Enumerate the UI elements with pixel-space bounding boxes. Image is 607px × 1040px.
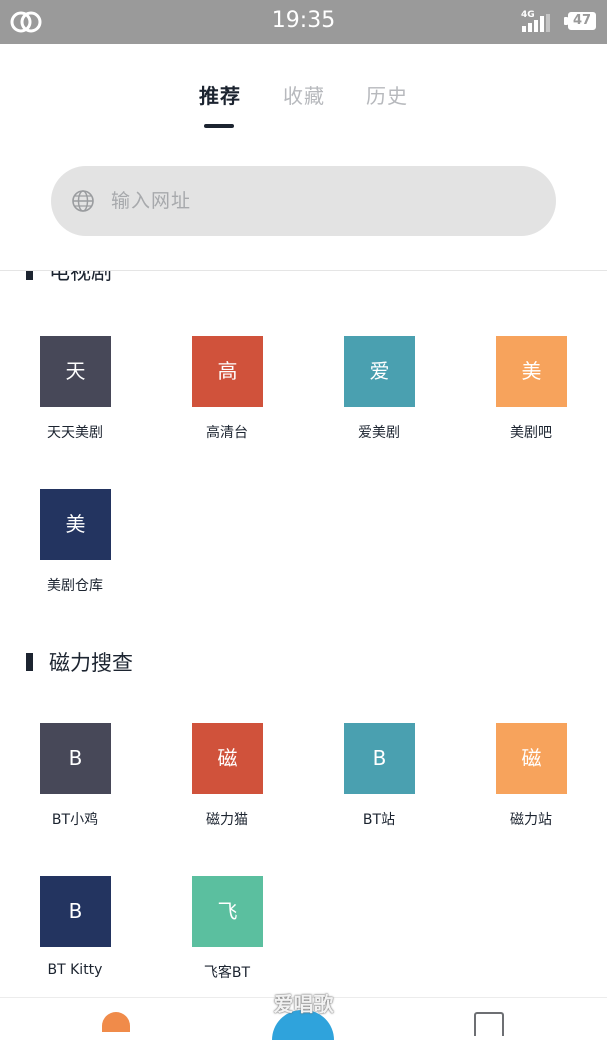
- top-tabs: 推荐 收藏 历史: [0, 80, 607, 130]
- globe-icon: [72, 190, 94, 212]
- battery-level: 47: [572, 13, 592, 28]
- site-tile-icon: 天: [40, 336, 111, 407]
- site-tile-icon: 美: [40, 489, 111, 560]
- section-title: 磁力搜查: [49, 651, 133, 675]
- url-input[interactable]: 输入网址: [111, 166, 191, 236]
- site-tile[interactable]: B BT小鸡: [25, 723, 125, 843]
- site-list[interactable]: 电视剧 天 天天美剧 高 高清台 爱 爱美剧 美 美剧吧 美 美剧仓库 磁力搜查…: [0, 271, 607, 997]
- section-marker: [26, 271, 33, 280]
- status-bar: 19:35 4G 47: [0, 0, 607, 44]
- site-tile[interactable]: 飞 飞客BT: [177, 876, 277, 996]
- site-tile-label: 磁力站: [510, 812, 552, 828]
- site-tile-label: 天天美剧: [47, 425, 103, 441]
- site-tile-icon: 磁: [192, 723, 263, 794]
- site-tile-label: 美剧吧: [510, 425, 552, 441]
- site-tile-icon: B: [40, 723, 111, 794]
- site-tile-label: 美剧仓库: [47, 578, 103, 594]
- site-tile[interactable]: 爱 爱美剧: [329, 336, 429, 456]
- section-title: 电视剧: [49, 271, 112, 284]
- site-tile[interactable]: B BT Kitty: [25, 876, 125, 996]
- site-tile[interactable]: 高 高清台: [177, 336, 277, 456]
- site-tile[interactable]: 美 美剧吧: [481, 336, 581, 456]
- site-tile-icon: B: [40, 876, 111, 947]
- tab-active-indicator: [204, 124, 234, 128]
- site-tile[interactable]: 磁 磁力站: [481, 723, 581, 843]
- status-time: 19:35: [271, 8, 336, 33]
- site-tile-label: BT站: [362, 812, 396, 828]
- site-tile-label: BT Kitty: [47, 962, 103, 978]
- site-tile-icon: 飞: [192, 876, 263, 947]
- tab-history[interactable]: 历史: [366, 80, 408, 109]
- url-search-bar[interactable]: 输入网址: [51, 166, 556, 236]
- site-tile-icon: 爱: [344, 336, 415, 407]
- site-tile[interactable]: 磁 磁力猫: [177, 723, 277, 843]
- site-tile-label: 磁力猫: [206, 812, 248, 828]
- watermark: 爱唱歌: [273, 992, 334, 1016]
- site-tile-label: BT小鸡: [51, 812, 99, 828]
- site-tile-label: 高清台: [206, 425, 248, 441]
- site-tile-icon: 美: [496, 336, 567, 407]
- site-tile-icon: 磁: [496, 723, 567, 794]
- tab-recommend[interactable]: 推荐: [199, 80, 241, 109]
- site-tile[interactable]: 天 天天美剧: [25, 336, 125, 456]
- signal-icon: [522, 14, 550, 32]
- tab-favorites[interactable]: 收藏: [283, 80, 325, 109]
- site-tile[interactable]: 美 美剧仓库: [25, 489, 125, 609]
- battery-icon: 47: [564, 12, 598, 32]
- site-tile-icon: 高: [192, 336, 263, 407]
- site-tile-label: 飞客BT: [203, 965, 251, 981]
- site-tile[interactable]: B BT站: [329, 723, 429, 843]
- site-tile-label: 爱美剧: [358, 425, 400, 441]
- section-marker: [26, 653, 33, 671]
- site-tile-icon: B: [344, 723, 415, 794]
